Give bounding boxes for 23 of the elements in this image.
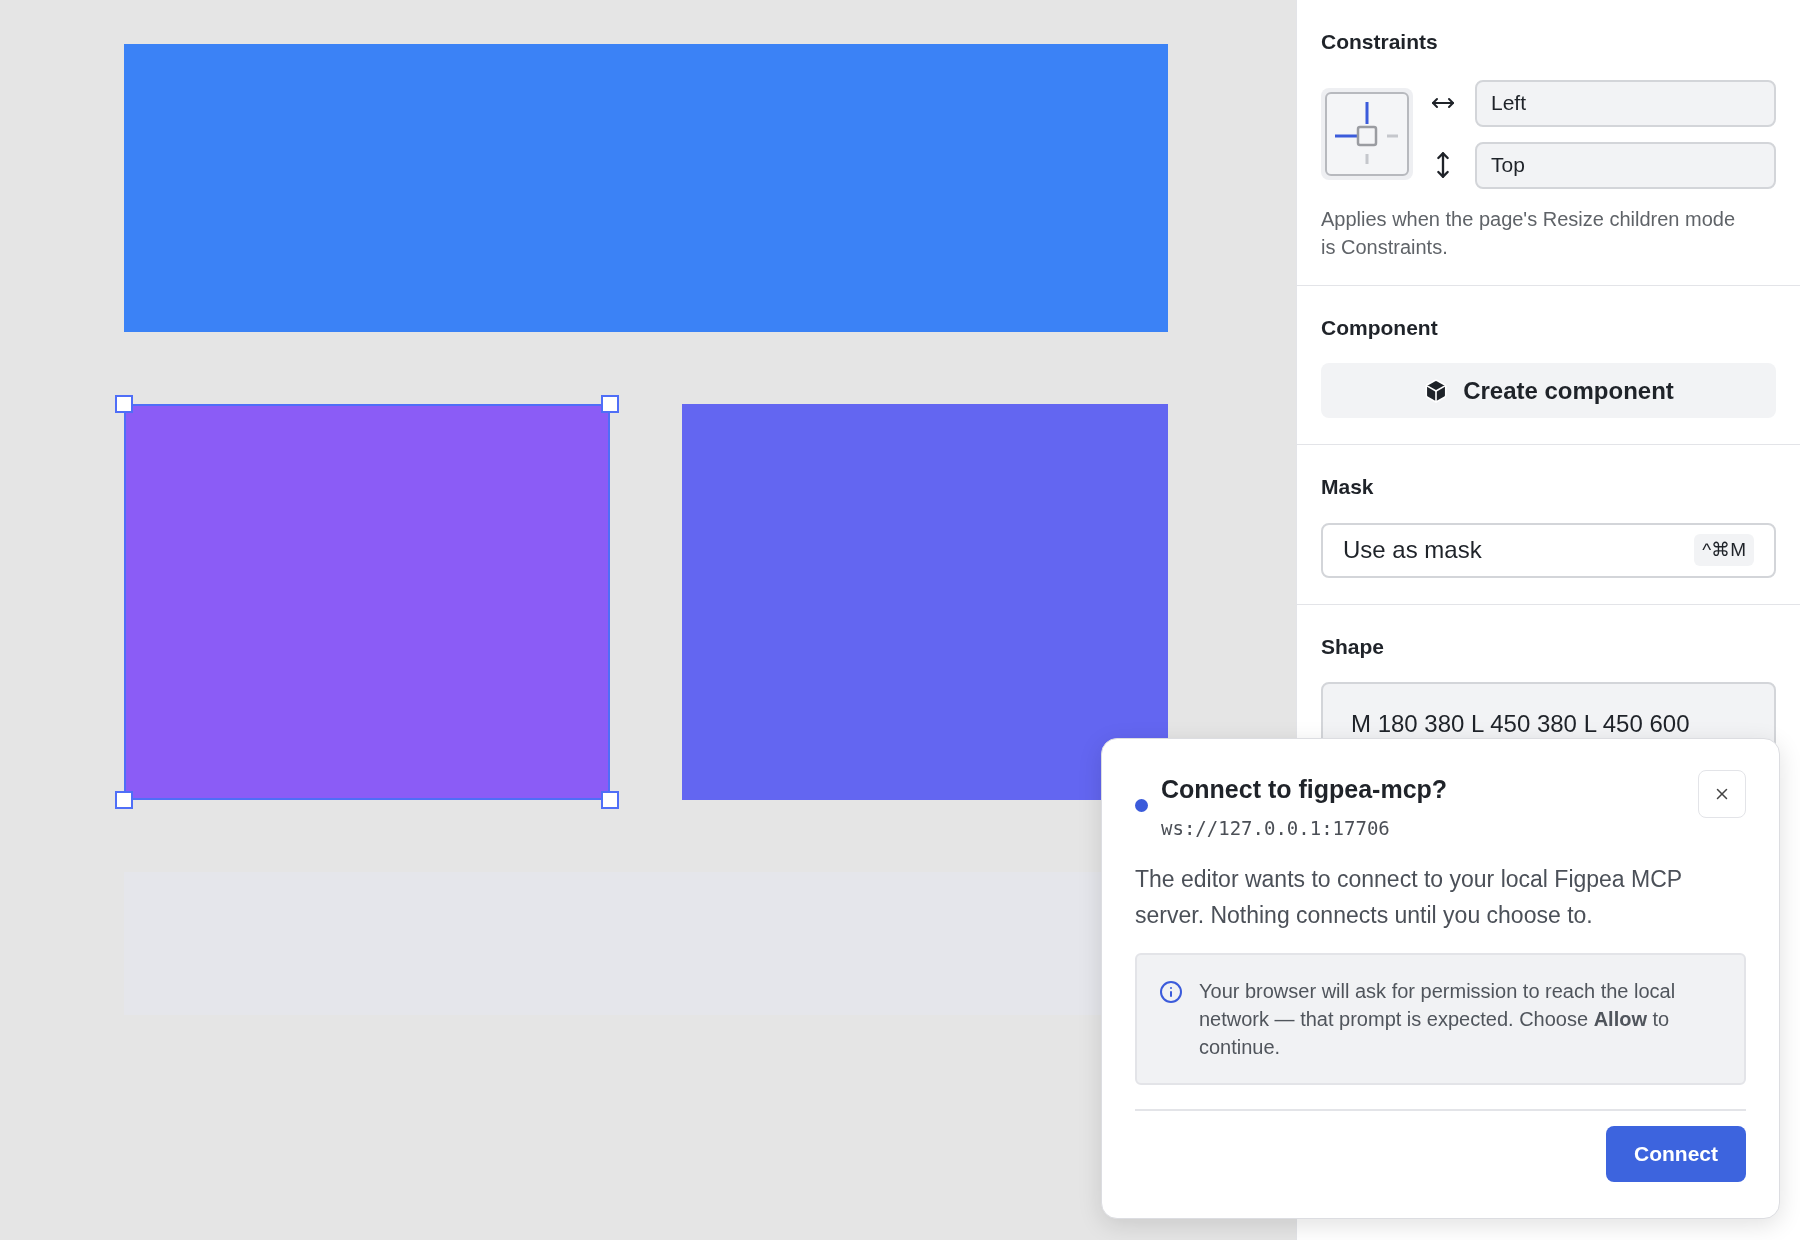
section-title: Component [1321,314,1439,341]
connect-button[interactable]: Connect [1606,1125,1746,1182]
info-icon [1159,979,1183,1004]
selection-handle[interactable] [115,791,133,809]
constraints-widget[interactable] [1321,88,1413,180]
section-title: Shape [1321,633,1386,660]
shortcut-hint: ^⌘M [1694,533,1754,567]
horizontal-constraint-select[interactable]: Left [1475,79,1776,127]
selection-handle[interactable] [601,395,619,413]
close-button[interactable] [1698,770,1746,818]
dialog-message: The editor wants to connect to your local Figpea MCP server. Nothing connects until you choose to. [1135,864,1683,930]
use-as-mask-button[interactable]: Use as mask ^⌘M [1321,522,1776,578]
notice-text: Your browser will ask for permission to reach the local network — that prompt is expected. Choose Allow to continue. [1199,978,1677,1060]
selection-handle[interactable] [601,791,619,809]
selection-handle[interactable] [115,395,133,413]
create-component-button[interactable]: Create component [1321,363,1776,418]
constraints-note: Applies when the page's Resize children mode is Constraints. [1321,206,1737,260]
section-title: Mask [1321,474,1375,500]
section-title: Constraints [1321,29,1439,55]
dialog-title: Connect to figpea-mcp? [1161,774,1449,805]
cube-icon [1423,377,1450,404]
vertical-constraint-select[interactable]: Top [1475,141,1776,189]
server-address: ws://127.0.0.1:17706 [1161,816,1391,841]
